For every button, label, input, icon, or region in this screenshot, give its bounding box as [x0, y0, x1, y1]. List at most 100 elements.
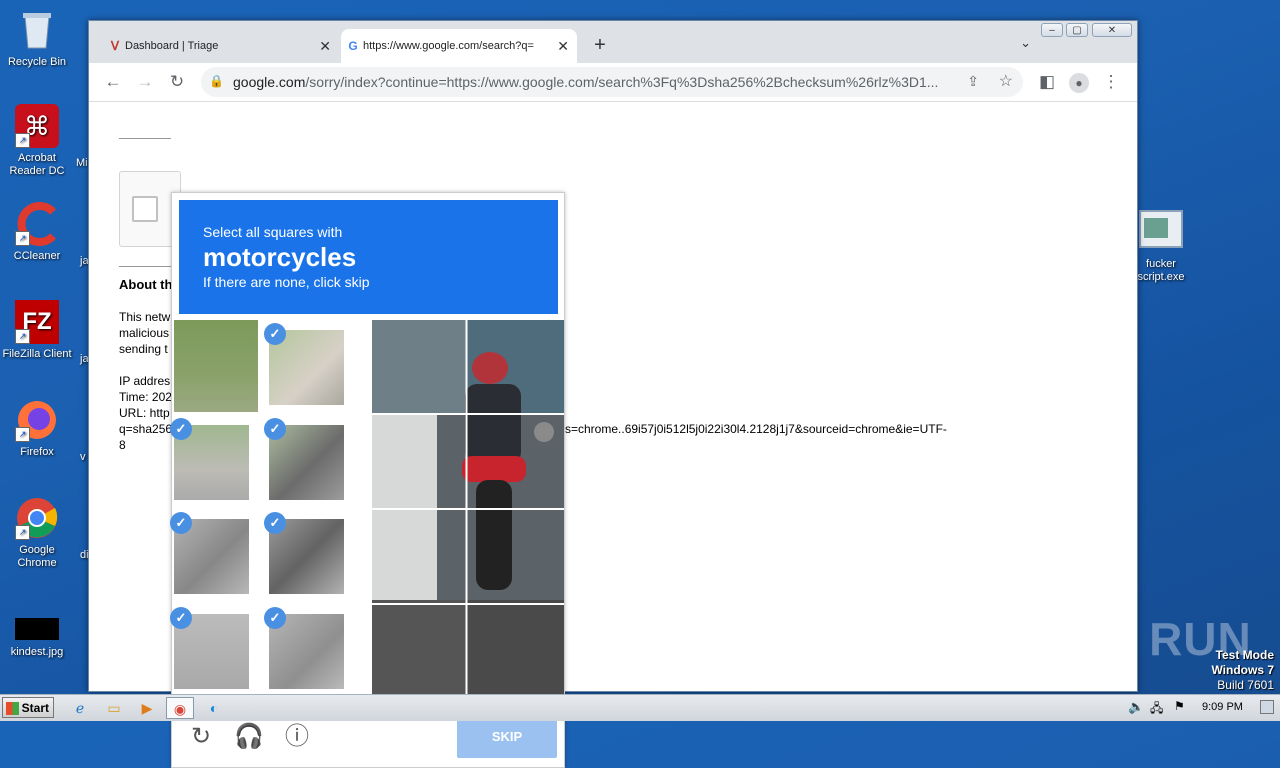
desktop-icon-label: CCleaner — [13, 250, 61, 262]
captcha-image-grid — [372, 320, 564, 698]
acrobat-icon: ⌘ ↗ — [15, 104, 59, 148]
request-url-tail-2: 8 — [119, 438, 126, 452]
desktop-icon-label: Recycle Bin — [7, 56, 67, 68]
close-tab-icon[interactable]: ✕ — [557, 29, 569, 63]
desktop-icon-label-partial: v — [80, 451, 86, 463]
recaptcha-checkbox[interactable] — [132, 196, 158, 222]
desktop-icon-label: Acrobat Reader DC — [9, 152, 65, 177]
reload-icon[interactable]: ↻ — [167, 72, 187, 92]
show-desktop-icon[interactable] — [1260, 700, 1274, 714]
tile-checkmark-icon: ✓ — [170, 512, 192, 534]
taskbar-media-player-icon[interactable]: ▶ — [133, 697, 161, 719]
windows-build-info: Test Mode Windows 7 Build 7601 — [1211, 648, 1274, 693]
challenge-hint: If there are none, click skip — [203, 274, 370, 290]
recaptcha-challenge: Select all squares with motorcycles If t… — [170, 192, 565, 768]
tab-dashboard-triage[interactable]: ᐯ Dashboard | Triage ✕ — [103, 29, 339, 63]
network-icon[interactable]: 🖧 — [1150, 699, 1163, 720]
taskbar-explorer-folder-icon[interactable]: ▭ — [100, 697, 128, 719]
desktop-icon-label: FileZilla Client — [2, 348, 72, 360]
shortcut-arrow-icon: ↗ — [15, 427, 30, 442]
start-button[interactable]: Start — [2, 697, 54, 718]
page-content: About th This netw malicious sending t I… — [89, 102, 1137, 768]
challenge-target: motorcycles — [203, 242, 357, 272]
shortcut-arrow-icon: ↗ — [15, 329, 30, 344]
audio-challenge-headphones-icon[interactable]: 🎧 — [234, 722, 264, 752]
shortcut-arrow-icon: ↗ — [15, 133, 30, 148]
filezilla-icon: FZ ↗ — [15, 300, 59, 344]
clock[interactable]: 9:09 PM — [1202, 701, 1243, 713]
image-file-icon — [15, 618, 59, 642]
side-panel-icon[interactable]: ◧ — [1037, 72, 1057, 92]
tile-checkmark-icon: ✓ — [264, 418, 286, 440]
info-icon[interactable]: ⓘ — [282, 722, 312, 752]
profile-avatar-icon[interactable]: ● — [1069, 72, 1089, 93]
recycle-bin-icon — [15, 8, 59, 52]
taskbar-internet-explorer-icon[interactable]: ℯ — [66, 697, 94, 719]
browser-window: ᐯ Dashboard | Triage ✕ G https://www.goo… — [88, 20, 1138, 768]
share-icon[interactable]: ⇪ — [967, 73, 979, 90]
challenge-header: Select all squares with motorcycles If t… — [179, 200, 558, 314]
triage-favicon-icon: ᐯ — [110, 39, 120, 53]
build-number-label: Build 7601 — [1217, 678, 1274, 692]
challenge-instruction: Select all squares with — [203, 224, 343, 240]
tab-google-search[interactable]: G https://www.google.com/search?q= ✕ — [341, 29, 577, 63]
request-info: IP addres Time: 202 URL: http q=sha256 — [119, 374, 173, 436]
captcha-tile[interactable] — [174, 320, 258, 412]
browser-toolbar: ← → ↻ 🔒 google.com/sorry/index?continue=… — [89, 63, 1137, 102]
ccleaner-icon: ↗ — [15, 202, 59, 246]
chrome-icon: ↗ — [15, 496, 59, 540]
back-arrow-icon[interactable]: ← — [103, 72, 123, 92]
page-heading: About th — [119, 277, 173, 292]
tile-checkmark-icon: ✓ — [170, 418, 192, 440]
page-paragraph: This netw malicious sending t — [119, 310, 171, 356]
maximize-button[interactable]: ▢ — [1066, 23, 1088, 37]
volume-icon[interactable]: 🔈 — [1128, 699, 1144, 715]
tile-checkmark-icon: ✓ — [264, 323, 286, 345]
firefox-icon: ↗ — [15, 398, 59, 442]
taskbar-chrome-icon[interactable]: ◉ — [166, 697, 194, 719]
address-bar[interactable]: 🔒 google.com/sorry/index?continue=https:… — [201, 67, 1023, 97]
divider — [119, 138, 171, 139]
desktop-icon-acrobat[interactable]: ⌘ ↗ Acrobat Reader DC — [0, 104, 74, 178]
tab-strip: ᐯ Dashboard | Triage ✕ G https://www.goo… — [89, 21, 1137, 63]
desktop-icon-label: kindest.jpg — [10, 646, 64, 658]
close-window-button[interactable]: ✕ — [1092, 23, 1132, 37]
windows-logo-icon — [6, 702, 19, 715]
divider — [119, 266, 171, 267]
bookmark-star-icon[interactable]: ☆ — [999, 71, 1013, 91]
desktop-icon-ccleaner[interactable]: ↗ CCleaner — [0, 202, 74, 263]
desktop-icon-label-partial: Mi — [76, 157, 88, 169]
windows-version-label: Windows 7 — [1211, 663, 1274, 677]
kebab-menu-icon[interactable]: ⋮ — [1101, 72, 1121, 92]
lock-icon: 🔒 — [209, 74, 224, 88]
skip-button[interactable]: SKIP — [457, 716, 557, 758]
desktop-icon-label: Google Chrome — [17, 544, 57, 569]
desktop-icon-firefox[interactable]: ↗ Firefox — [0, 398, 74, 459]
url-host: google.com — [233, 74, 306, 90]
desktop-icon-chrome[interactable]: ↗ Google Chrome — [0, 496, 74, 570]
taskbar-edge-icon[interactable]: ◐ — [200, 697, 228, 719]
reload-challenge-icon[interactable]: ↻ — [186, 722, 216, 752]
tab-search-chevron-icon[interactable]: ⌄ — [1020, 35, 1031, 51]
test-mode-label: Test Mode — [1215, 648, 1274, 662]
executable-icon — [1139, 210, 1183, 254]
forward-arrow-icon[interactable]: → — [135, 72, 155, 92]
tile-checkmark-icon: ✓ — [264, 512, 286, 534]
tab-title: https://www.google.com/search?q= — [363, 40, 534, 52]
shortcut-arrow-icon: ↗ — [15, 525, 30, 540]
desktop-icon-kindest[interactable]: kindest.jpg — [0, 616, 74, 659]
close-tab-icon[interactable]: ✕ — [319, 29, 331, 63]
new-tab-button[interactable]: + — [589, 35, 611, 57]
shortcut-arrow-icon: ↗ — [15, 231, 30, 246]
action-center-flag-icon[interactable]: ⚑ — [1174, 699, 1185, 713]
url-path: /sorry/index?continue=https://www.google… — [305, 74, 939, 90]
desktop-icon-label: Firefox — [20, 446, 54, 458]
minimize-button[interactable]: – — [1041, 23, 1063, 37]
google-favicon-icon: G — [348, 39, 358, 53]
desktop-icon-filezilla[interactable]: FZ ↗ FileZilla Client — [0, 300, 74, 361]
system-tray: 🔈 🖧 ⚑ 9:09 PM — [1120, 695, 1280, 721]
tab-title: Dashboard | Triage — [125, 40, 219, 52]
desktop-icon-recycle-bin[interactable]: Recycle Bin — [0, 8, 74, 69]
desktop-icon-label: fucker script.exe — [1137, 258, 1185, 283]
start-label: Start — [21, 701, 49, 715]
